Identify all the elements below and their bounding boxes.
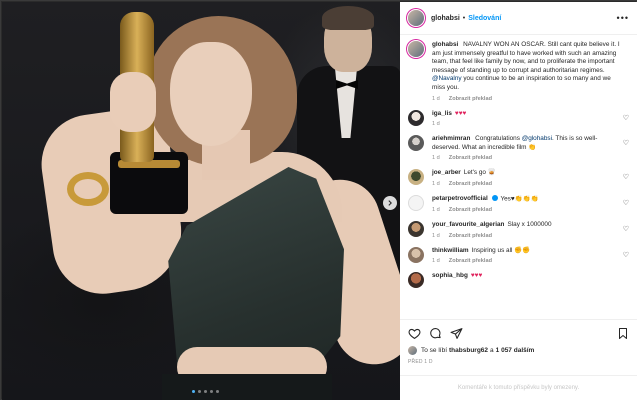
comment-avatar[interactable] [408, 109, 424, 126]
photo-bracelet [67, 172, 109, 206]
comment-like-icon[interactable]: ♡ [623, 225, 629, 233]
carousel-dot [192, 390, 195, 393]
comment-username[interactable]: thinkwilliam [432, 247, 469, 254]
comment-like-icon[interactable]: ♡ [623, 199, 629, 207]
liker-username[interactable]: thabsburg62 [449, 347, 488, 354]
comment-text: ♥♥♥ [470, 272, 483, 280]
comment-mention[interactable]: @glohabsi [522, 135, 552, 142]
likes-prefix: To se líbí [421, 347, 448, 354]
caption-text: NAVALNY WON AN OSCAR. Still cant quite b… [432, 41, 620, 74]
comment-like-icon[interactable]: ♡ [623, 114, 629, 122]
carousel-dot [210, 390, 213, 393]
comment-username[interactable]: petarpetrovofficial [432, 195, 488, 202]
comments-list[interactable]: glohabsi NAVALNY WON AN OSCAR. Still can… [400, 35, 637, 319]
post-date: PŘED 1 D [408, 359, 433, 365]
header-separator: • [462, 14, 466, 22]
caption-avatar[interactable] [408, 41, 424, 57]
photo-face [170, 42, 252, 146]
translate-link[interactable]: Zobrazit překlad [449, 155, 492, 161]
comment-time: 1 d [432, 232, 440, 239]
comment-avatar[interactable] [408, 246, 424, 263]
comment-text: Let's go 🥃 [463, 169, 496, 177]
comment-time: 1 d [432, 155, 440, 162]
comment-item: sophia_hbg ♥♥♥ [408, 272, 629, 289]
carousel-next-button[interactable] [383, 196, 397, 210]
more-icon[interactable]: ••• [617, 13, 629, 23]
post-photo[interactable] [2, 2, 400, 400]
post-header: glohabsi • Sledování ••• [400, 2, 637, 35]
photo-hand [110, 72, 156, 132]
caption-username[interactable]: glohabsi [432, 41, 458, 48]
translate-link[interactable]: Zobrazit překlad [449, 96, 492, 102]
photo-man-hair [322, 6, 374, 30]
comment-icon[interactable] [429, 327, 442, 340]
comment-like-icon[interactable]: ♡ [623, 173, 629, 181]
comment-avatar[interactable] [408, 135, 424, 152]
caption-time: 1 d [432, 95, 440, 102]
save-icon[interactable] [617, 327, 629, 340]
comment-like-icon[interactable]: ♡ [623, 251, 629, 259]
likes-middle: a [490, 347, 494, 354]
carousel-dot [198, 390, 201, 393]
author-avatar[interactable] [408, 10, 424, 26]
comment-username[interactable]: sophia_hbg [432, 272, 468, 279]
photo-pants [162, 374, 332, 400]
comments-restricted-notice: Komentáře k tomuto příspěvku byly omezen… [400, 375, 637, 400]
translate-link[interactable]: Zobrazit překlad [449, 207, 492, 213]
comment-username[interactable]: ariehmimran [432, 135, 470, 142]
comment-item: joe_arber Let's go 🥃 1 d Zobrazit překlad … [408, 169, 629, 187]
comment-item: iga_lis ♥♥♥ 1 d ♡ [408, 109, 629, 128]
comment-text: Yes♥👏👏👏 [500, 195, 539, 203]
comment-username[interactable]: joe_arber [432, 169, 461, 176]
comment-avatar[interactable] [408, 221, 424, 238]
comment-text: Inspiring us all ✊✊ [471, 246, 531, 254]
caption-mention[interactable]: @Navalny [432, 75, 462, 82]
caption: glohabsi NAVALNY WON AN OSCAR. Still can… [408, 41, 629, 102]
comment-avatar[interactable] [408, 194, 424, 211]
comment-avatar[interactable] [408, 169, 424, 186]
comment-username[interactable]: your_favourite_algerian [432, 221, 504, 228]
chevron-right-icon [388, 200, 392, 206]
comment-item: petarpetrovofficial Yes♥👏👏👏 1 d Zobrazit … [408, 194, 629, 214]
liker-avatar [408, 346, 417, 355]
comment-text: ♥♥♥ [454, 109, 467, 117]
translate-link[interactable]: Zobrazit překlad [449, 233, 492, 239]
comment-like-icon[interactable]: ♡ [623, 139, 629, 147]
comment-item: thinkwilliam Inspiring us all ✊✊ 1 d Zobra… [408, 246, 629, 265]
comment-time: 1 d [432, 258, 440, 265]
carousel-dot [216, 390, 219, 393]
follow-button[interactable]: Sledování [468, 15, 501, 22]
carousel-dot [204, 390, 207, 393]
comment-avatar[interactable] [408, 272, 424, 289]
carousel-dots [192, 390, 219, 393]
action-icons-row [408, 326, 629, 340]
share-icon[interactable] [450, 327, 463, 340]
comment-text: Congratulations [475, 135, 520, 143]
likes-count[interactable]: 1 057 dalším [496, 347, 535, 354]
comment-time: 1 d [432, 207, 440, 214]
window-frame: glohabsi • Sledování ••• glohabsi NAVALN… [0, 0, 637, 400]
verified-badge-icon [491, 194, 498, 201]
post-actions: To se líbí thabsburg62 a 1 057 dalším PŘ… [400, 319, 637, 365]
comment-text: Slay x 1000000 [507, 221, 552, 229]
likes-summary[interactable]: To se líbí thabsburg62 a 1 057 dalším [408, 346, 629, 355]
translate-link[interactable]: Zobrazit překlad [449, 258, 492, 264]
heart-icon[interactable] [408, 327, 421, 340]
translate-link[interactable]: Zobrazit překlad [449, 181, 492, 187]
comment-username[interactable]: iga_lis [432, 110, 452, 117]
comment-time: 1 d [432, 180, 440, 187]
author-username[interactable]: glohabsi [431, 15, 460, 22]
comment-time: 1 d [432, 121, 440, 128]
post-side-panel: glohabsi • Sledování ••• glohabsi NAVALN… [400, 2, 637, 400]
comment-item: your_favourite_algerian Slay x 1000000 1 … [408, 221, 629, 239]
comment-item: ariehmimran Congratulations @glohabsi. T… [408, 135, 629, 161]
